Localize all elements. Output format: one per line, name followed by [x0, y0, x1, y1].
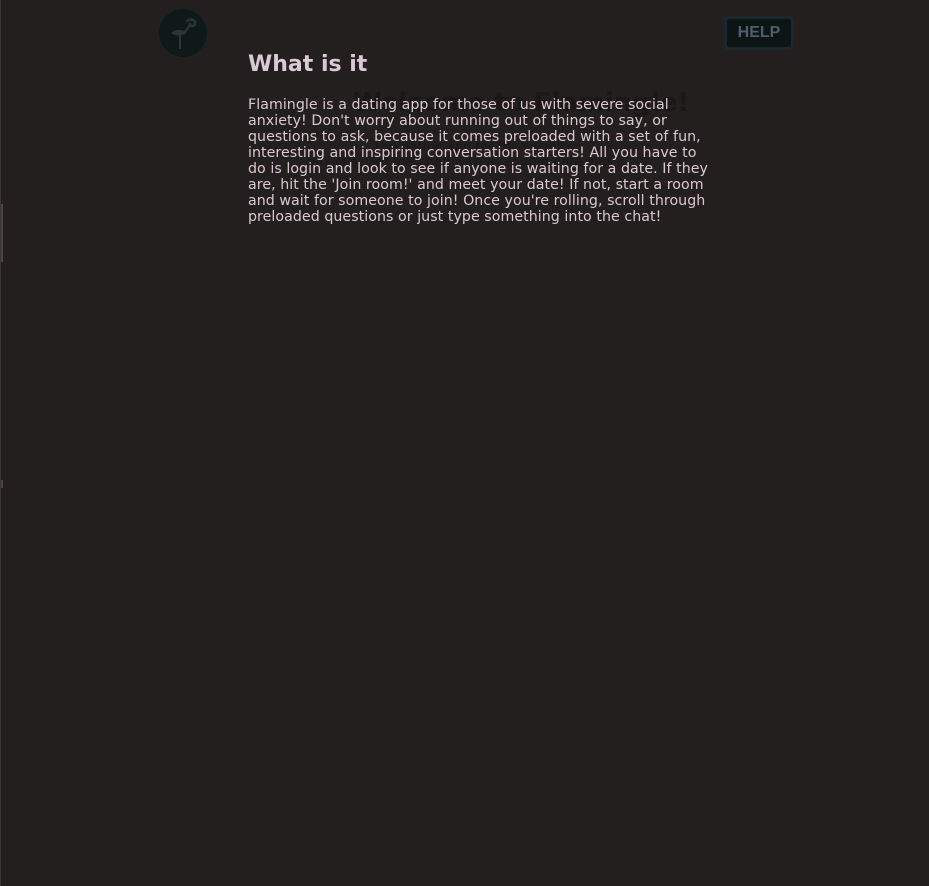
modal-title: What is it	[248, 52, 368, 77]
modal-body-text: Flamingle is a dating app for those of u…	[248, 97, 708, 225]
logo[interactable]	[159, 9, 207, 57]
flamingo-icon	[171, 18, 197, 49]
edge-marker	[1, 480, 3, 488]
about-modal: What is it Flamingle is a dating app for…	[248, 50, 708, 225]
edge-marker	[1, 204, 3, 262]
page: Welcome to Flamingle! The dating app for…	[0, 0, 929, 886]
help-button[interactable]: HELP	[724, 16, 794, 50]
